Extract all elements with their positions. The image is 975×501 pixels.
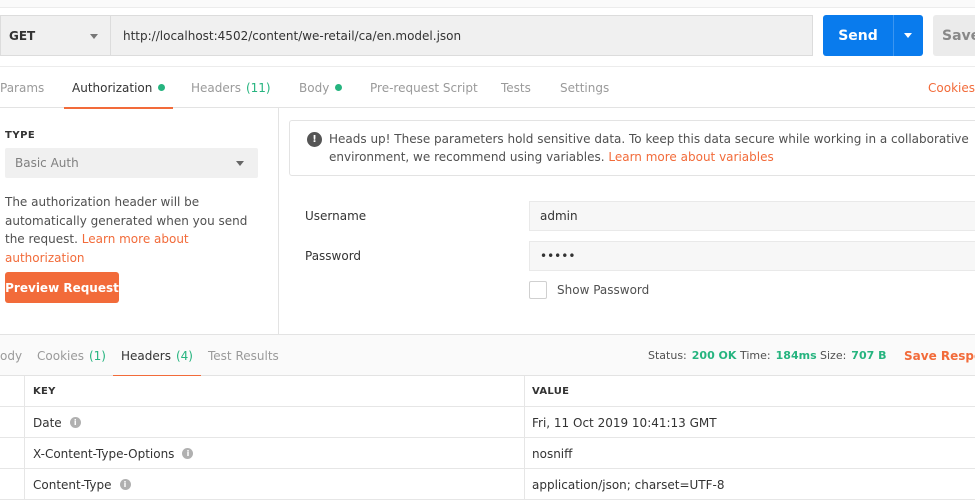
column-header-key: KEY bbox=[25, 376, 525, 407]
response-headers-table: KEY VALUE Date i Fri, 11 Oct 2019 10:41:… bbox=[0, 376, 975, 500]
column-header-value: VALUE bbox=[532, 386, 570, 397]
header-value: Fri, 11 Oct 2019 10:41:13 GMT bbox=[532, 415, 717, 430]
preview-request-button[interactable]: Preview Request bbox=[5, 272, 119, 303]
info-icon[interactable]: i bbox=[182, 448, 194, 459]
tab-tests[interactable]: Tests bbox=[501, 67, 531, 108]
auth-type-panel: TYPE Basic Auth The authorization header… bbox=[0, 108, 279, 334]
header-key: Content-Type bbox=[33, 477, 112, 492]
info-icon[interactable]: i bbox=[69, 417, 81, 428]
size-label: Size: bbox=[820, 349, 847, 362]
row-gutter bbox=[0, 438, 25, 469]
save-response-button[interactable]: Save Respon bbox=[904, 335, 975, 376]
tab-count: (4) bbox=[175, 348, 193, 363]
method-label: GET bbox=[9, 28, 36, 43]
request-tabs: Params Authorization Headers (11) Body P… bbox=[0, 66, 975, 109]
tab-params[interactable]: Params bbox=[0, 67, 44, 108]
size-value: 707 B bbox=[851, 349, 887, 362]
top-border bbox=[0, 0, 975, 8]
header-key-cell: Date i bbox=[25, 407, 525, 438]
username-input[interactable]: admin bbox=[529, 201, 975, 231]
table-row: Date i Fri, 11 Oct 2019 10:41:13 GMT bbox=[0, 407, 975, 438]
tab-label: Pre-request Script bbox=[370, 80, 478, 95]
sensitive-data-notice: ! Heads up! These parameters hold sensit… bbox=[289, 120, 975, 176]
chevron-down-icon bbox=[236, 161, 244, 166]
header-key-cell: Content-Type i bbox=[25, 469, 525, 500]
tab-settings[interactable]: Settings bbox=[560, 67, 609, 108]
tab-body[interactable]: Body bbox=[299, 67, 343, 108]
method-select[interactable]: GET bbox=[0, 15, 110, 56]
tab-label: Authorization bbox=[72, 80, 153, 95]
tab-label: Tests bbox=[501, 80, 531, 95]
tab-label: Params bbox=[0, 80, 45, 95]
time-label: Time: bbox=[740, 349, 771, 362]
auth-help-text: The authorization header will be automat… bbox=[5, 193, 265, 267]
username-label: Username bbox=[305, 209, 367, 223]
header-value: application/json; charset=UTF-8 bbox=[532, 477, 725, 492]
tab-label: Test Results bbox=[208, 348, 279, 363]
username-value: admin bbox=[540, 209, 578, 223]
learn-more-variables-link[interactable]: Learn more about variables bbox=[608, 150, 773, 164]
tab-response-headers[interactable]: Headers (4) bbox=[113, 335, 201, 377]
time-indicator: Time: 184ms bbox=[740, 335, 817, 376]
status-indicator: Status: 200 OK bbox=[648, 335, 736, 376]
time-value: 184ms bbox=[775, 349, 817, 362]
password-value: ••••• bbox=[540, 249, 576, 263]
header-value: nosniff bbox=[532, 446, 573, 461]
size-indicator: Size: 707 B bbox=[820, 335, 886, 376]
tab-headers[interactable]: Headers (11) bbox=[191, 67, 271, 108]
tab-pre-request-script[interactable]: Pre-request Script bbox=[370, 67, 478, 108]
send-button[interactable]: Send bbox=[823, 15, 923, 56]
row-gutter bbox=[0, 469, 25, 500]
header-key-cell: X-Content-Type-Options i bbox=[25, 438, 525, 469]
tab-label: Settings bbox=[560, 80, 610, 95]
show-password-label[interactable]: Show Password bbox=[557, 283, 649, 297]
save-button[interactable]: Save bbox=[933, 15, 975, 56]
send-divider bbox=[893, 15, 894, 56]
chevron-down-icon bbox=[90, 34, 98, 39]
tab-authorization[interactable]: Authorization bbox=[64, 67, 174, 109]
tab-label: Body bbox=[299, 80, 330, 95]
table-row: X-Content-Type-Options i nosniff bbox=[0, 438, 975, 469]
status-dot-icon bbox=[335, 84, 343, 91]
send-options-chevron-down-icon[interactable] bbox=[904, 33, 912, 38]
tab-count: (11) bbox=[245, 80, 271, 95]
save-label: Save bbox=[942, 27, 975, 44]
tab-label: Headers bbox=[191, 80, 241, 95]
status-value: 200 OK bbox=[691, 349, 737, 362]
tab-count: (1) bbox=[88, 348, 106, 363]
url-text: http://localhost:4502/content/we-retail/… bbox=[123, 28, 462, 43]
url-input[interactable]: http://localhost:4502/content/we-retail/… bbox=[110, 15, 813, 56]
status-label: Status: bbox=[648, 349, 687, 362]
info-circle-icon: ! bbox=[307, 132, 322, 147]
send-label: Send bbox=[838, 27, 878, 44]
tab-label: Headers bbox=[121, 348, 171, 363]
show-password-checkbox[interactable] bbox=[529, 281, 547, 299]
tab-response-body[interactable]: ody bbox=[0, 335, 22, 376]
table-row: Content-Type i application/json; charset… bbox=[0, 469, 975, 500]
auth-type-label: TYPE bbox=[5, 130, 36, 141]
header-key: X-Content-Type-Options bbox=[33, 446, 175, 461]
password-label: Password bbox=[305, 249, 362, 263]
password-input[interactable]: ••••• bbox=[529, 241, 975, 271]
table-header-row: KEY VALUE bbox=[0, 376, 975, 407]
status-dot-icon bbox=[158, 84, 166, 91]
tab-response-cookies[interactable]: Cookies (1) bbox=[37, 335, 106, 376]
info-icon[interactable]: i bbox=[119, 479, 131, 490]
header-key: Date bbox=[33, 415, 62, 430]
notice-text: Heads up! These parameters hold sensitiv… bbox=[329, 130, 969, 166]
cookies-link[interactable]: Cookies bbox=[928, 67, 975, 108]
auth-type-select[interactable]: Basic Auth bbox=[5, 148, 258, 178]
row-gutter bbox=[0, 376, 25, 407]
auth-type-value: Basic Auth bbox=[15, 156, 79, 170]
row-gutter bbox=[0, 407, 25, 438]
tab-label: ody bbox=[0, 348, 23, 363]
tab-label: Cookies bbox=[37, 348, 84, 363]
tab-test-results[interactable]: Test Results bbox=[208, 335, 279, 376]
response-tabs: ody Cookies (1) Headers (4) Test Results… bbox=[0, 334, 975, 377]
